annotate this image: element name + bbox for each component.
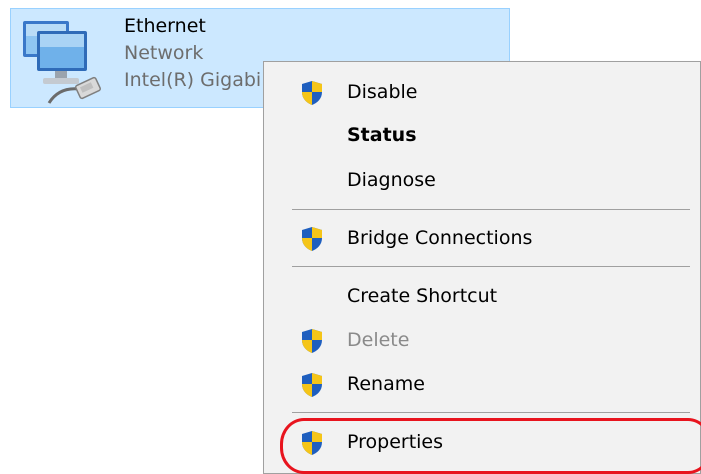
context-menu: Disable Status Diagnose Bridge Connectio… <box>263 61 701 474</box>
menu-item-disable[interactable]: Disable <box>266 72 698 112</box>
uac-shield-icon <box>302 81 322 105</box>
menu-item-rename[interactable]: Rename <box>266 364 698 404</box>
adapter-device: Intel(R) Gigabi <box>124 69 262 91</box>
menu-item-label: Properties <box>347 431 444 453</box>
adapter-details: Ethernet Network Intel(R) Gigabi <box>124 13 261 94</box>
menu-separator <box>292 209 690 210</box>
uac-shield-icon <box>302 227 322 251</box>
adapter-name: Ethernet <box>124 15 206 37</box>
menu-item-bridge-connections[interactable]: Bridge Connections <box>266 218 698 258</box>
menu-item-status[interactable]: Status <box>266 115 698 155</box>
menu-item-label: Rename <box>347 373 425 395</box>
menu-separator <box>292 412 690 413</box>
menu-item-delete: Delete <box>266 320 698 360</box>
desktop-area: Ethernet Network Intel(R) Gigabi Disable… <box>0 0 701 474</box>
network-adapter-icon <box>23 21 102 104</box>
menu-item-label: Status <box>347 124 417 146</box>
uac-shield-icon <box>302 431 322 455</box>
menu-separator <box>292 266 690 267</box>
menu-item-diagnose[interactable]: Diagnose <box>266 160 698 200</box>
adapter-status: Network <box>124 42 204 64</box>
uac-shield-icon <box>302 329 322 353</box>
menu-item-label: Disable <box>347 81 418 103</box>
menu-item-create-shortcut[interactable]: Create Shortcut <box>266 276 698 316</box>
menu-item-label: Diagnose <box>347 169 436 191</box>
menu-item-label: Delete <box>347 329 410 351</box>
uac-shield-icon <box>302 373 322 397</box>
menu-item-label: Create Shortcut <box>347 285 498 307</box>
menu-item-label: Bridge Connections <box>347 227 533 249</box>
menu-item-properties[interactable]: Properties <box>266 422 698 462</box>
